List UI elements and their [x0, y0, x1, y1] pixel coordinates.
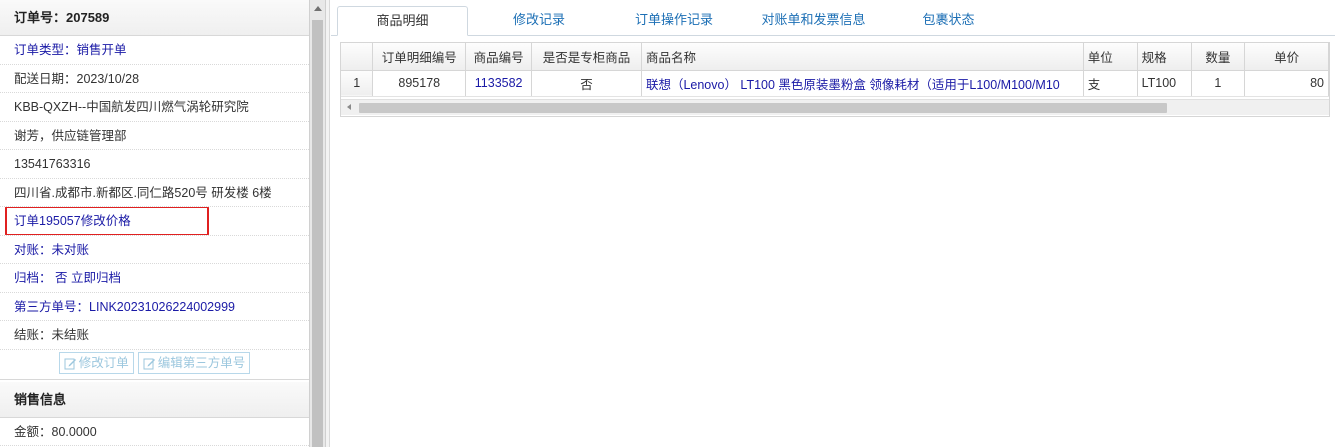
- edit-order-label: 修改订单: [78, 356, 129, 370]
- tab-statement-invoice[interactable]: 对账单和发票信息: [741, 6, 886, 36]
- tab-order-operations[interactable]: 订单操作记录: [609, 6, 739, 36]
- header-is-counter[interactable]: 是否是专柜商品: [531, 43, 642, 71]
- cell-is-counter: 否: [531, 70, 642, 97]
- details-panel: 商品明细 修改记录 订单操作记录 对账单和发票信息 包裹状态 订单明细编号 商品…: [331, 0, 1335, 447]
- tab-change-log[interactable]: 修改记录: [479, 6, 599, 36]
- grid-horizontal-scrollbar[interactable]: [341, 99, 1329, 115]
- edit-third-party-label: 编辑第三方单号: [157, 356, 246, 370]
- sales-info-title: 销售信息: [0, 381, 309, 418]
- third-party-row: 第三方单号：LINK20231026224002999: [0, 293, 309, 321]
- edit-icon: [143, 358, 155, 369]
- tab-product-details[interactable]: 商品明细: [337, 6, 468, 36]
- cell-product-name-link[interactable]: 联想（Lenovo） LT100 黑色原装墨粉盒 领像耗材（适用于L100/M1…: [641, 70, 1084, 97]
- order-type-row: 订单类型：销售开单: [0, 36, 309, 65]
- order-type-label: 订单类型：: [14, 43, 77, 57]
- header-quantity[interactable]: 数量: [1191, 43, 1246, 71]
- cell-spec: LT100: [1137, 70, 1192, 97]
- tab-package-status[interactable]: 包裹状态: [901, 6, 996, 36]
- delivery-date: 配送日期：2023/10/28: [0, 65, 309, 93]
- row-number: 1: [341, 70, 374, 97]
- header-unit[interactable]: 单位: [1083, 43, 1138, 71]
- grid-header-row: 订单明细编号 商品编号 是否是专柜商品 商品名称 单位 规格 数量 单价: [341, 43, 1329, 71]
- order-info-panel: 订单号：207589 订单类型：销售开单 配送日期：2023/10/28 KBB…: [0, 0, 310, 447]
- delivery-address: 四川省.成都市.新都区.同仁路520号 研发楼 6楼: [0, 179, 309, 207]
- left-panel-scrollbar[interactable]: [310, 0, 326, 447]
- settle-status: 结账：未结账: [0, 321, 309, 350]
- cell-unit: 支: [1083, 70, 1138, 97]
- table-row[interactable]: 1 895178 1133582 否 联想（Lenovo） LT100 黑色原装…: [341, 70, 1329, 97]
- header-rownum: [341, 43, 374, 71]
- order-type-value: 销售开单: [76, 43, 127, 57]
- cell-product-id-link[interactable]: 1133582: [465, 70, 533, 97]
- contact-phone: 13541763316: [0, 150, 309, 179]
- reconcile-row: 对账：未对账: [0, 236, 309, 264]
- customer-name: KBB-QXZH--中国航发四川燃气涡轮研究院: [0, 93, 309, 122]
- product-grid: 订单明细编号 商品编号 是否是专柜商品 商品名称 单位 规格 数量 单价 1 8…: [340, 42, 1330, 117]
- edit-order-button[interactable]: 修改订单: [58, 352, 134, 374]
- header-product-id[interactable]: 商品编号: [465, 43, 533, 71]
- tab-bar: 商品明细 修改记录 订单操作记录 对账单和发票信息 包裹状态: [331, 0, 1335, 36]
- contact-person: 谢芳，供应链管理部: [0, 122, 309, 150]
- order-note-row: 订单195057修改价格: [0, 207, 309, 236]
- horizontal-scrollbar-thumb[interactable]: [359, 103, 1167, 113]
- edit-icon: [64, 358, 76, 369]
- reconcile-value: 未对账: [51, 242, 90, 257]
- order-number-header: 订单号：207589: [0, 0, 309, 36]
- header-unit-price[interactable]: 单价: [1244, 43, 1329, 71]
- reconcile-label: 对账：: [14, 242, 52, 257]
- header-product-name[interactable]: 商品名称: [641, 43, 1084, 71]
- archive-label: 归档：: [14, 271, 52, 285]
- header-spec[interactable]: 规格: [1137, 43, 1192, 71]
- cell-unit-price: 80: [1244, 70, 1329, 97]
- third-party-value: LINK20231026224002999: [89, 299, 235, 314]
- cell-quantity: 1: [1191, 70, 1246, 97]
- scrollbar-thumb[interactable]: [312, 20, 323, 447]
- archive-row: 归档： 否 立即归档: [0, 264, 309, 293]
- action-buttons: 修改订单 编辑第三方单号: [0, 350, 309, 380]
- cell-detail-id: 895178: [372, 70, 467, 97]
- sales-amount: 金额：80.0000: [0, 418, 309, 446]
- panel-splitter[interactable]: [326, 0, 330, 447]
- third-party-label: 第三方单号：: [14, 299, 90, 314]
- highlight-box: [5, 207, 209, 235]
- archive-now-link[interactable]: 立即归档: [71, 271, 121, 285]
- scroll-left-arrow-icon[interactable]: [347, 104, 351, 110]
- header-detail-id[interactable]: 订单明细编号: [372, 43, 467, 71]
- archive-value: 否: [55, 271, 68, 285]
- edit-third-party-button[interactable]: 编辑第三方单号: [137, 352, 251, 374]
- scroll-up-arrow-icon[interactable]: [314, 6, 322, 11]
